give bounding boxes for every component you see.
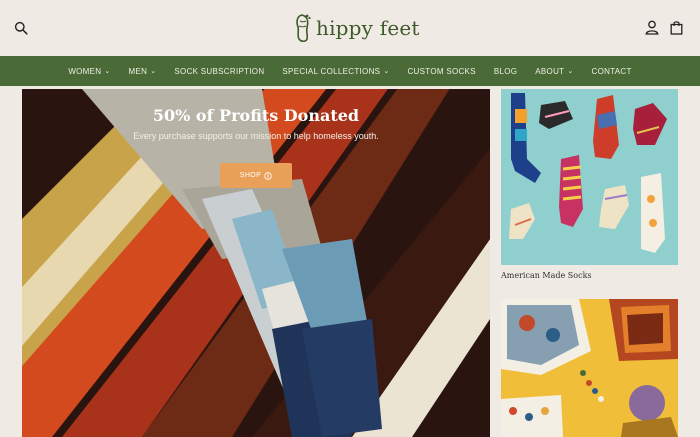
brand-name: hippy feet: [316, 16, 420, 40]
chevron-down-icon: ⌄: [383, 68, 390, 75]
nav-item-contact[interactable]: CONTACT: [592, 67, 632, 76]
accessories-image: [501, 299, 678, 437]
search-icon[interactable]: [11, 18, 31, 38]
user-icon[interactable]: [642, 17, 662, 37]
hero-image-rug-socks: [22, 89, 490, 437]
american-made-socks-image: [501, 89, 678, 265]
foot-logo-icon: [296, 14, 311, 43]
nav-item-men[interactable]: MEN ⌄: [129, 67, 157, 76]
site-header: hippy feet: [0, 0, 700, 56]
chevron-down-icon: ⌄: [150, 68, 157, 75]
shopping-bag-icon[interactable]: [666, 17, 686, 37]
nav-item-special-collections[interactable]: SPECIAL COLLECTIONS ⌄: [282, 67, 389, 76]
hero-subtitle: Every purchase supports our mission to h…: [133, 131, 379, 141]
nav-item-sock-subscription[interactable]: SOCK SUBSCRIPTION: [174, 67, 264, 76]
collection-label-american-made[interactable]: American Made Socks: [501, 271, 592, 280]
chevron-down-icon: ⌄: [567, 68, 574, 75]
hero-title: 50% of Profits Donated: [152, 106, 360, 125]
nav-item-about[interactable]: ABOUT ⌄: [535, 67, 573, 76]
nav-item-women[interactable]: WOMEN ⌄: [68, 67, 110, 76]
nav-item-blog[interactable]: BLOG: [494, 67, 517, 76]
main-nav: WOMEN ⌄ MEN ⌄ SOCK SUBSCRIPTION SPECIAL CO…: [0, 56, 700, 86]
collection-card-accessories[interactable]: [501, 299, 678, 437]
shop-button[interactable]: SHOP: [220, 163, 292, 188]
hero-banner[interactable]: 50% of Profits Donated Every purchase su…: [22, 89, 490, 437]
chevron-down-icon: ⌄: [104, 68, 111, 75]
arrow-circle-icon: [264, 171, 272, 180]
brand-logo[interactable]: hippy feet: [294, 12, 420, 44]
nav-item-custom-socks[interactable]: CUSTOM SOCKS: [407, 67, 475, 76]
collection-card-american-made[interactable]: [501, 89, 678, 265]
